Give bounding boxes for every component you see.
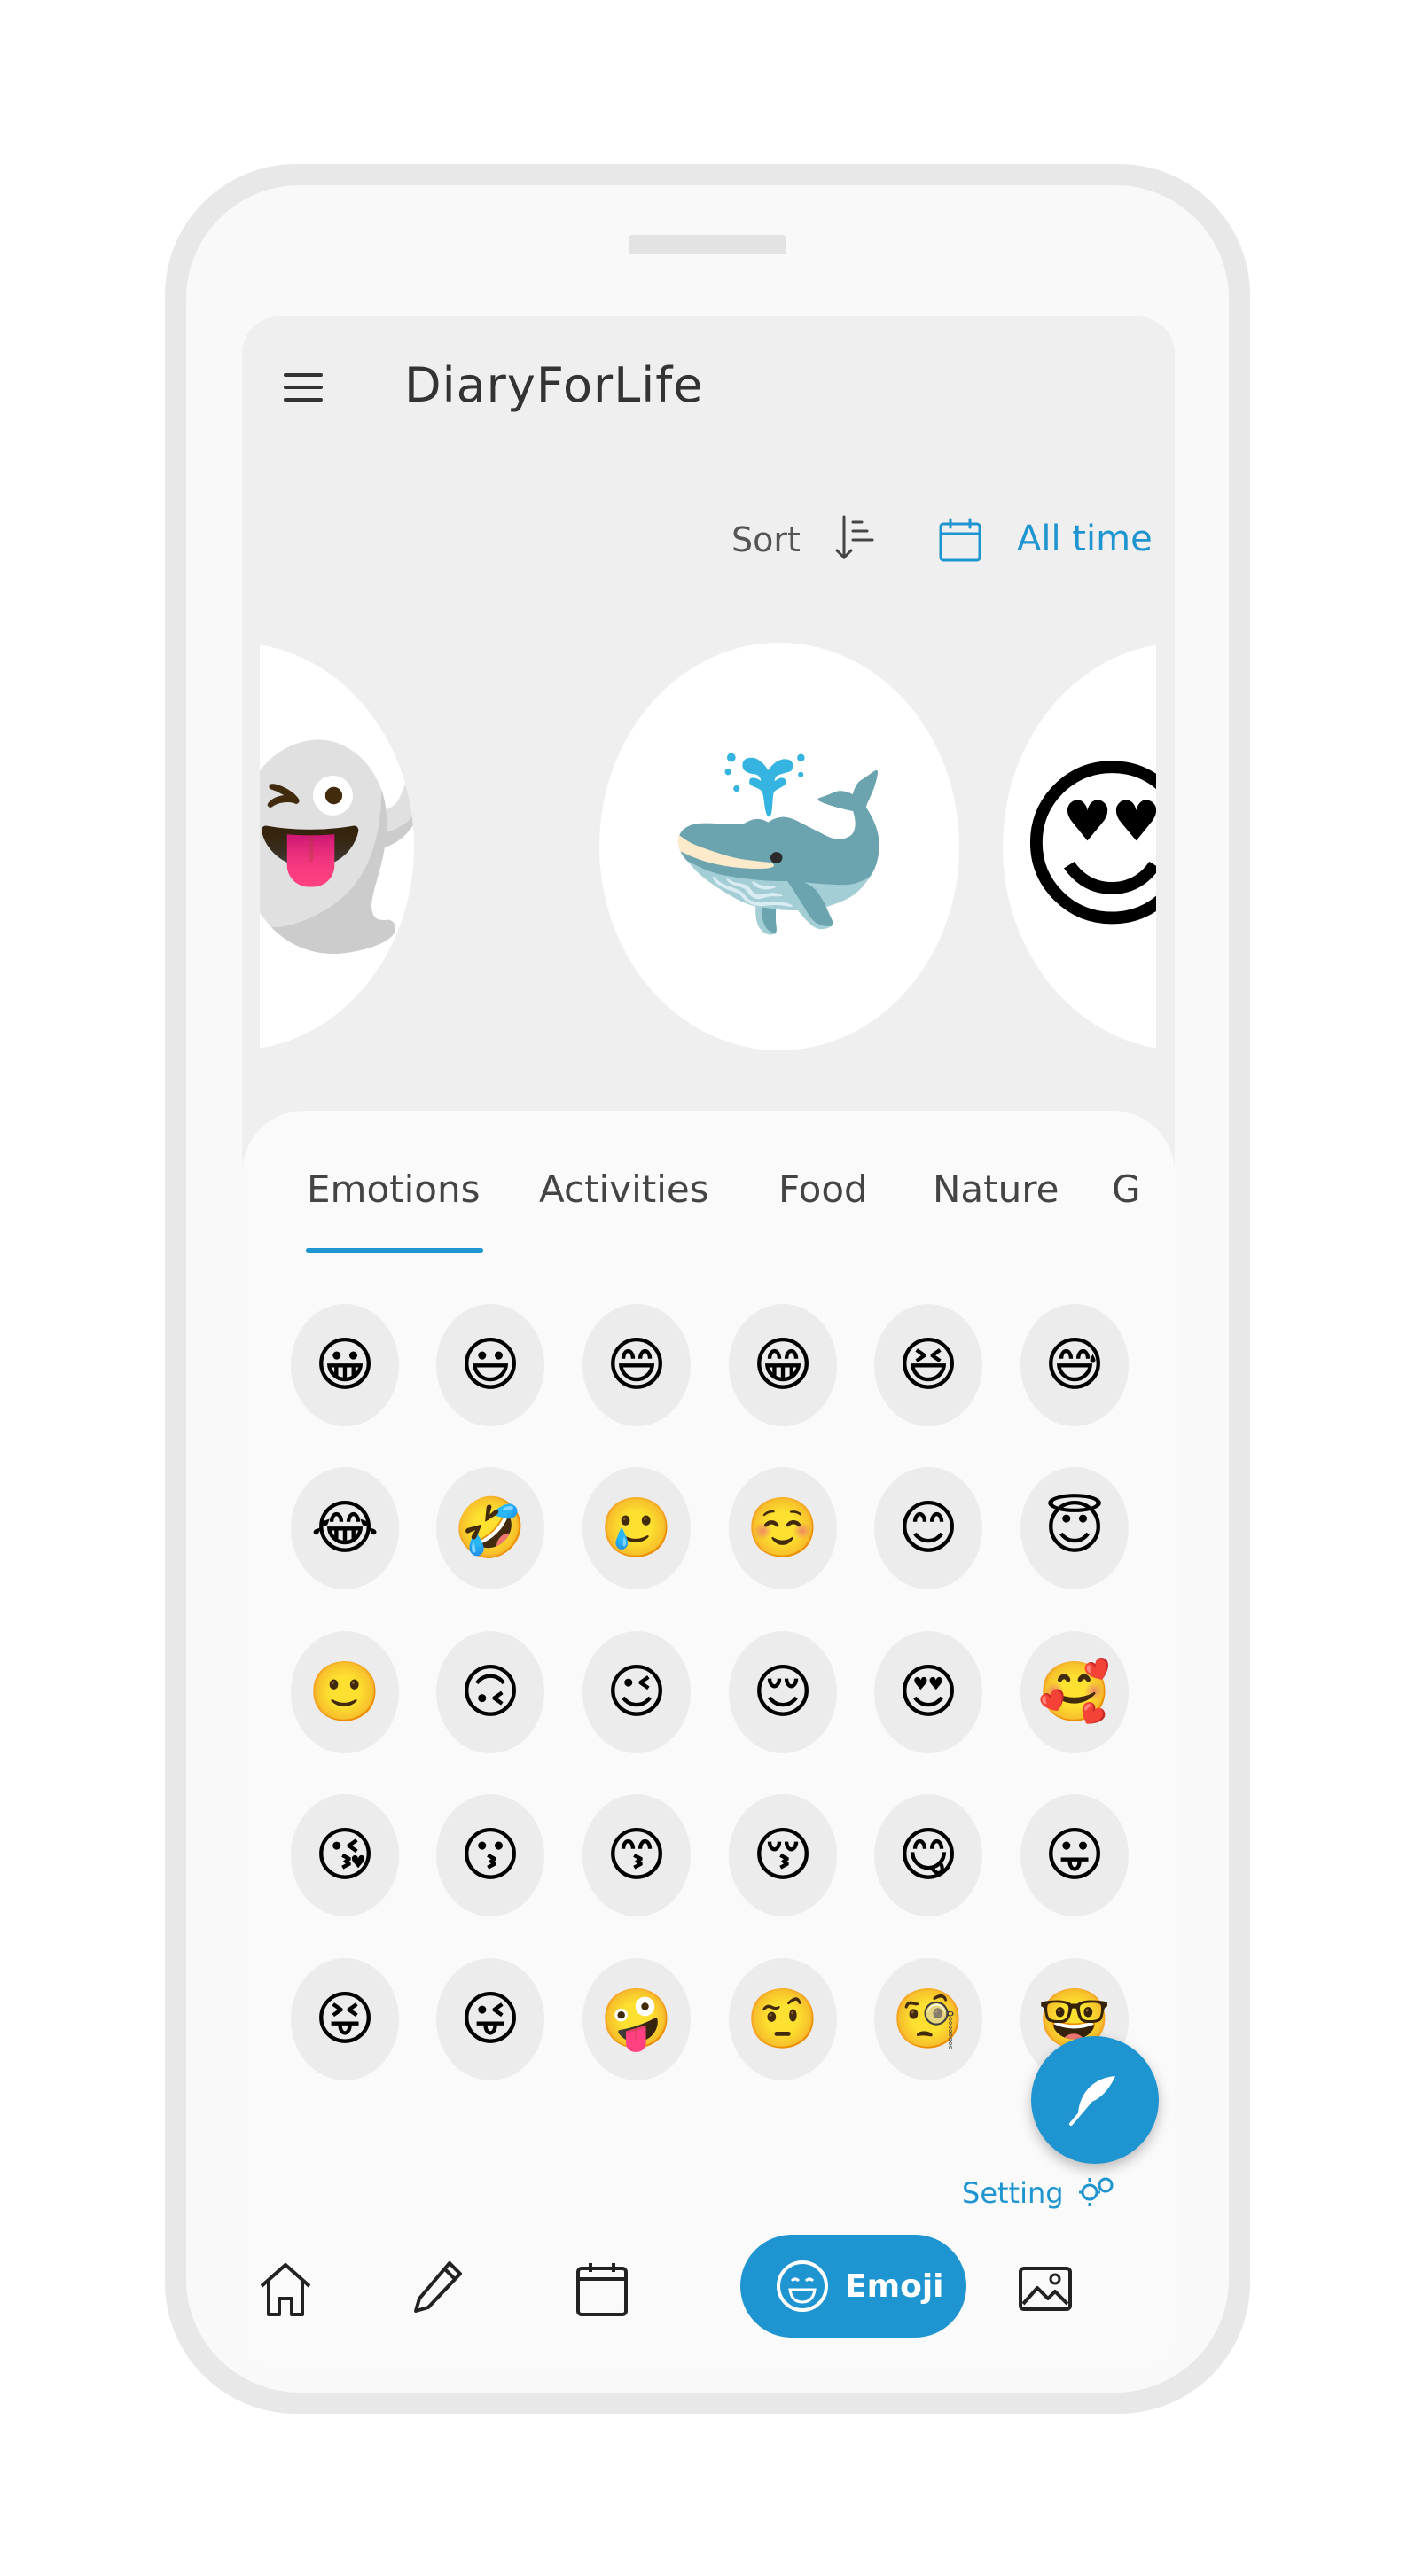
emoji-option[interactable]: 😂	[291, 1467, 399, 1589]
menu-icon[interactable]	[282, 366, 324, 409]
emoji-option[interactable]: 🙃	[436, 1631, 544, 1753]
carousel-item-ghost[interactable]: 👻	[260, 643, 414, 1050]
feather-icon	[1069, 2076, 1115, 2126]
emoji-option[interactable]: 😌	[729, 1631, 837, 1753]
app-screen: DiaryForLife Sort All time 👻 🐳 😍 Emotion…	[242, 316, 1175, 2371]
app-bar: DiaryForLife	[242, 316, 1175, 467]
emoji-option[interactable]: 🥰	[1020, 1631, 1129, 1753]
emoji-option[interactable]: 😛	[1020, 1794, 1129, 1916]
write-fab-button[interactable]	[1031, 2036, 1159, 2164]
filter-row: Sort All time	[242, 510, 1175, 581]
active-tab-indicator	[306, 1248, 483, 1253]
category-tabs: Emotions Activities Food Nature G	[242, 1111, 1175, 1270]
emoji-option[interactable]: 😇	[1020, 1467, 1129, 1589]
emoji-nav-button[interactable]: Emoji	[740, 2235, 966, 2338]
emoji-option[interactable]: 😁	[729, 1304, 837, 1426]
emoji-option[interactable]: 🤨	[729, 1958, 837, 2080]
tab-activities[interactable]: Activities	[539, 1167, 709, 1211]
phone-speaker	[629, 235, 786, 254]
app-title: DiaryForLife	[404, 357, 704, 413]
emoji-option[interactable]: 😀	[291, 1304, 399, 1426]
heart-eyes-emoji: 😍	[1014, 738, 1156, 955]
setting-icon[interactable]	[1077, 2173, 1118, 2208]
emoji-option[interactable]: 😜	[436, 1958, 544, 2080]
date-range-button[interactable]: All time	[1017, 519, 1153, 559]
emoji-option[interactable]: 😋	[874, 1794, 982, 1916]
emoji-option[interactable]: 😍	[874, 1631, 982, 1753]
emoji-option[interactable]: 😚	[729, 1794, 837, 1916]
emoji-option[interactable]: 🥲	[582, 1467, 691, 1589]
carousel-item-heart-eyes[interactable]: 😍	[1003, 643, 1156, 1050]
emoji-option[interactable]: 😆	[874, 1304, 982, 1426]
home-icon[interactable]	[258, 2260, 313, 2318]
bottom-navigation: Emoji	[242, 2224, 1175, 2371]
emoji-nav-label: Emoji	[845, 2268, 944, 2305]
sort-button[interactable]: Sort	[731, 520, 801, 559]
emoji-option[interactable]: 😝	[291, 1958, 399, 2080]
emoji-option[interactable]: 😗	[436, 1794, 544, 1916]
emoji-option[interactable]: ☺️	[729, 1467, 837, 1589]
ghost-emoji: 👻	[260, 738, 414, 955]
calendar-icon[interactable]	[938, 517, 982, 563]
emoji-smile-icon	[777, 2260, 828, 2312]
tab-emotions[interactable]: Emotions	[307, 1167, 480, 1211]
emoji-option[interactable]: 😙	[582, 1794, 691, 1916]
emoji-option[interactable]: 😄	[582, 1304, 691, 1426]
emoji-option[interactable]: 😉	[582, 1631, 691, 1753]
emoji-option[interactable]: 😅	[1020, 1304, 1129, 1426]
whale-emoji: 🐳	[663, 738, 895, 955]
tab-g[interactable]: G	[1112, 1167, 1141, 1211]
tab-nature[interactable]: Nature	[933, 1167, 1059, 1211]
emoji-option[interactable]: 🤣	[436, 1467, 544, 1589]
emoji-option[interactable]: 😊	[874, 1467, 982, 1589]
sort-icon[interactable]	[832, 513, 881, 563]
setting-link[interactable]: Setting	[962, 2176, 1064, 2210]
carousel-item-whale[interactable]: 🐳	[599, 643, 959, 1050]
emoji-option[interactable]: 😘	[291, 1794, 399, 1916]
pencil-icon[interactable]	[410, 2258, 465, 2316]
tab-food[interactable]: Food	[778, 1167, 868, 1211]
image-gallery-icon[interactable]	[1018, 2260, 1073, 2318]
emoji-option[interactable]: 🤪	[582, 1958, 691, 2080]
calendar-nav-icon[interactable]	[575, 2260, 629, 2318]
emoji-option[interactable]: 🙂	[291, 1631, 399, 1753]
emoji-option[interactable]: 😃	[436, 1304, 544, 1426]
mood-carousel: 👻 🐳 😍	[260, 643, 1156, 1050]
emoji-option[interactable]: 🧐	[874, 1958, 982, 2080]
